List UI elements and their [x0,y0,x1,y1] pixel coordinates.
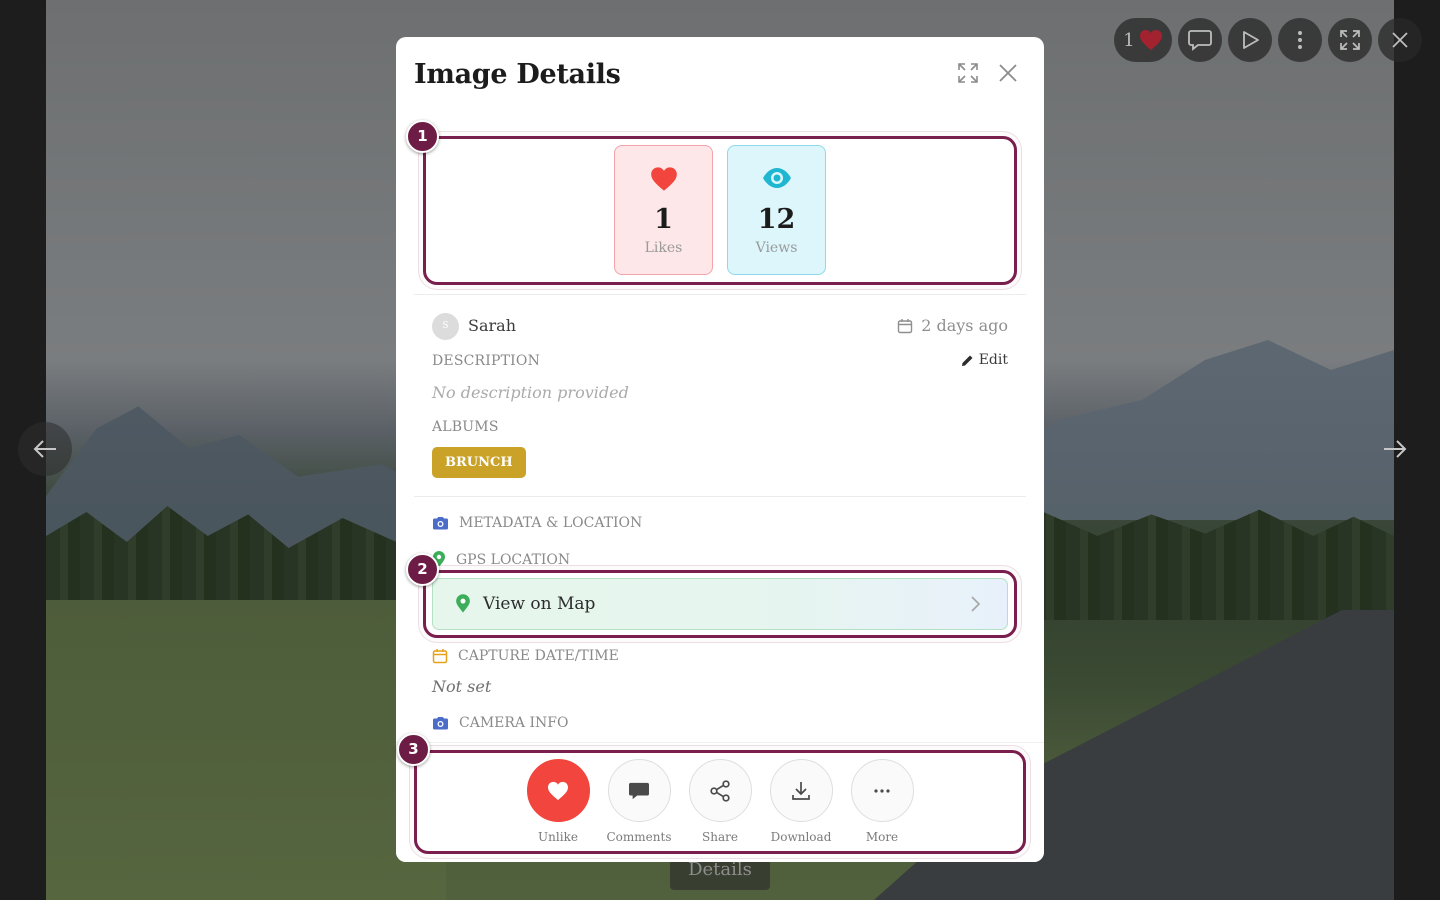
close-icon [999,64,1017,82]
expand-icon [958,63,978,83]
viewer-toolbar: 1 [1114,18,1422,62]
next-image-button[interactable] [1368,422,1422,476]
annotation-marker-3: 3 [397,733,430,766]
album-chip[interactable]: BRUNCH [432,447,526,478]
calendar-icon [432,649,448,664]
metadata-section-label: METADATA & LOCATION [459,515,643,531]
close-icon [1392,32,1408,48]
metadata-section-header: METADATA & LOCATION [432,515,642,531]
camera-info-header: CAMERA INFO [432,715,568,731]
edit-description-button[interactable]: Edit [961,352,1008,368]
description-label: DESCRIPTION [432,353,541,369]
fullscreen-icon [1340,30,1360,50]
description-text: No description provided [432,383,629,402]
heart-icon [1139,30,1162,50]
annotation-box-map [423,570,1017,638]
annotation-marker-1: 1 [406,120,439,153]
gps-label: GPS LOCATION [456,551,571,568]
arrow-right-icon [1384,440,1407,458]
viewer-comments-button[interactable] [1178,18,1222,62]
avatar: S [432,313,459,340]
capture-date-value: Not set [432,677,492,696]
comment-icon [1188,30,1212,51]
upload-date-text: 2 days ago [921,316,1008,335]
pencil-icon [961,355,973,366]
arrow-left-icon [33,440,56,458]
modal-expand-button[interactable] [956,61,980,85]
viewer-close-button[interactable] [1378,18,1422,62]
vertical-dots-icon [1298,31,1302,49]
camera-info-label: CAMERA INFO [459,715,569,731]
viewer-slideshow-button[interactable] [1228,18,1272,62]
albums-label: ALBUMS [432,419,499,435]
upload-date: 2 days ago [897,316,1008,335]
gps-header: GPS LOCATION [432,551,570,568]
annotation-marker-2: 2 [406,553,439,586]
calendar-icon [898,318,913,333]
modal-title: Image Details [414,59,621,90]
viewer-like-count: 1 [1123,29,1135,51]
camera-icon [433,717,448,730]
author-name[interactable]: Sarah [468,316,516,335]
capture-date-header: CAPTURE DATE/TIME [432,648,619,664]
viewer-menu-button[interactable] [1278,18,1322,62]
modal-close-button[interactable] [996,61,1020,85]
viewer-fullscreen-button[interactable] [1328,18,1372,62]
camera-icon [433,517,448,530]
edit-label: Edit [978,352,1008,368]
annotation-box-actions [414,750,1026,854]
divider [414,496,1026,497]
previous-image-button[interactable] [18,422,72,476]
play-icon [1243,31,1259,49]
viewer-like-button[interactable]: 1 [1114,18,1172,62]
annotation-box-stats [423,136,1017,285]
capture-date-label: CAPTURE DATE/TIME [458,648,619,664]
divider [414,294,1026,295]
